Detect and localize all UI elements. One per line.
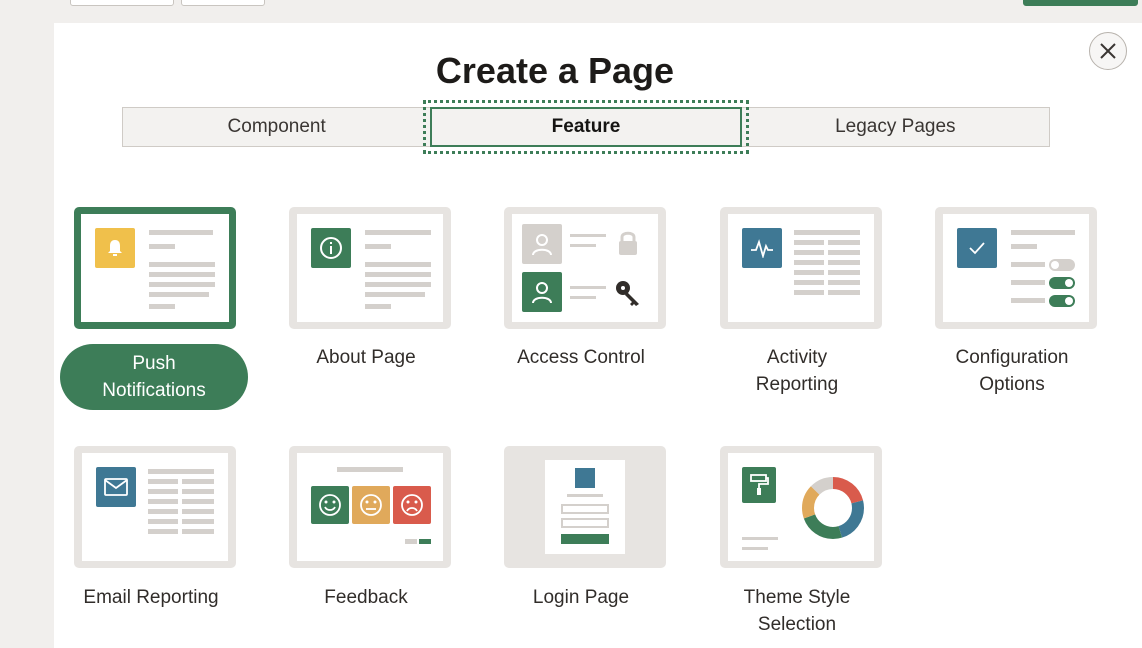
smiley-sad-icon <box>393 486 431 524</box>
info-icon <box>311 228 351 268</box>
feature-thumbnail[interactable] <box>74 446 236 568</box>
feature-thumbnail[interactable] <box>935 207 1097 329</box>
tab-component[interactable]: Component <box>123 108 430 146</box>
lock-icon <box>616 230 640 256</box>
smiley-neutral-icon <box>352 486 390 524</box>
check-icon <box>957 228 997 268</box>
background-button <box>70 0 174 6</box>
feature-thumbnail[interactable] <box>74 207 236 329</box>
user-icon <box>522 224 562 264</box>
close-icon <box>1100 43 1116 59</box>
feature-thumbnail[interactable] <box>504 446 666 568</box>
feature-label[interactable]: About Page <box>269 344 463 371</box>
page-type-tabs: Component Feature Legacy Pages <box>122 100 1050 154</box>
create-page-dialog: Create a Page Component Feature Legacy P… <box>54 23 1142 648</box>
background-primary-button <box>1023 0 1138 6</box>
feature-label[interactable]: Theme Style Selection <box>700 584 894 638</box>
donut-chart-icon <box>802 477 864 539</box>
bell-icon <box>95 228 135 268</box>
login-icon <box>545 460 625 554</box>
background-toolbar <box>0 0 1142 24</box>
feature-thumbnail[interactable] <box>289 446 451 568</box>
user-icon <box>522 272 562 312</box>
key-icon <box>614 278 644 308</box>
smiley-happy-icon <box>311 486 349 524</box>
feature-label[interactable]: Login Page <box>484 584 678 611</box>
activity-icon <box>742 228 782 268</box>
feature-label[interactable]: Access Control <box>484 344 678 371</box>
feature-label[interactable]: Activity Reporting <box>700 344 894 398</box>
feature-label[interactable]: Email Reporting <box>54 584 248 611</box>
close-button[interactable] <box>1089 32 1127 70</box>
feature-thumbnail[interactable] <box>504 207 666 329</box>
tab-feature[interactable]: Feature <box>423 100 749 154</box>
feature-thumbnail[interactable] <box>289 207 451 329</box>
paint-roller-icon <box>742 467 776 503</box>
feature-label[interactable]: Configuration Options <box>915 344 1109 398</box>
feature-thumbnail[interactable] <box>720 207 882 329</box>
toggle-on-icon <box>1049 277 1075 289</box>
feature-label[interactable]: Feedback <box>269 584 463 611</box>
toggle-on-icon <box>1049 295 1075 307</box>
feature-thumbnail[interactable] <box>720 446 882 568</box>
tab-legacy-pages[interactable]: Legacy Pages <box>742 108 1049 146</box>
toggle-off-icon <box>1049 259 1075 271</box>
background-button <box>181 0 265 6</box>
dialog-title: Create a Page <box>435 50 675 91</box>
envelope-icon <box>96 467 136 507</box>
feature-label[interactable]: Push Notifications <box>60 344 248 410</box>
